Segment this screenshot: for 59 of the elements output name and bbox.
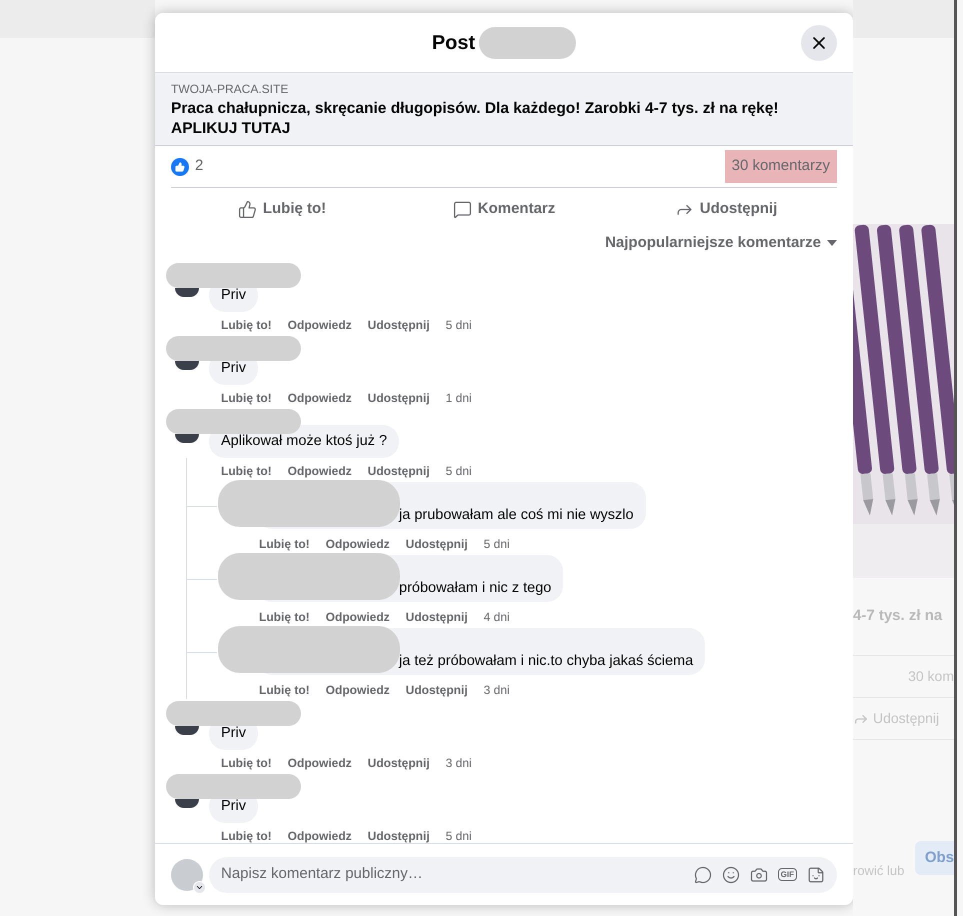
close-button[interactable] (801, 25, 837, 61)
post-action-button[interactable]: Udostępnij (615, 191, 837, 227)
comment-action-link[interactable]: Lubię to! (221, 317, 272, 333)
post-action-button[interactable]: Komentarz (393, 191, 615, 227)
comment-input[interactable]: Napisz komentarz publiczny… GIF (209, 856, 837, 892)
comment-action-link[interactable]: Udostępnij (406, 536, 468, 552)
comment-action-link[interactable]: Odpowiedz (288, 317, 352, 333)
comment-action-link[interactable]: Udostępnij (368, 828, 430, 843)
background-post-title: 4-7 tys. zł na (853, 606, 942, 626)
comment-action-link[interactable]: Udostępnij (368, 463, 430, 479)
comment-action-link[interactable]: Lubię to! (259, 536, 310, 552)
link-preview[interactable]: TWOJA-PRACA.SITE Praca chałupnicza, skręcanie długopisów. Dla każdego! Zarobki 4-7 tys. zł na rękę! APLIKUJ TUTAJ (155, 73, 853, 146)
comment-time: 5 dni (446, 463, 472, 479)
caret-icon (827, 240, 837, 246)
sticker-icon[interactable] (807, 866, 825, 884)
avatar[interactable] (175, 799, 199, 808)
comment-action-link[interactable]: Odpowiedz (288, 390, 352, 406)
comment-time: 3 dni (446, 755, 472, 771)
avatar[interactable] (175, 288, 199, 297)
comment-action-link[interactable]: Lubię to! (259, 682, 310, 698)
comment-time: 3 dni (484, 682, 510, 698)
comment-time: 5 dni (484, 536, 510, 552)
sort-dropdown[interactable]: Najpopularniejsze komentarze (605, 232, 837, 254)
avatar[interactable] (175, 361, 199, 370)
modal-title: Post (432, 30, 476, 56)
comment-action-link[interactable]: Lubię to! (221, 463, 272, 479)
comment-time: 5 dni (446, 828, 472, 843)
like-reaction-icon (171, 158, 189, 176)
camera-icon[interactable] (750, 866, 768, 884)
avatar[interactable] (175, 726, 199, 735)
reaction-count[interactable]: 2 (195, 155, 204, 178)
comments-count-link[interactable]: 30 komentarzy (724, 150, 837, 183)
post-action-button[interactable]: Lubię to! (171, 191, 393, 227)
link-title: Praca chałupnicza, skręcanie długopisów. Dla każdego! Zarobki 4-7 tys. zł na rękę! APLIKUJ TUTAJ (171, 99, 780, 139)
caret-icon[interactable] (193, 880, 206, 894)
comment-action-link[interactable]: Udostępnij (368, 755, 430, 771)
emoji-icon[interactable] (722, 866, 740, 884)
comment-action-link[interactable]: Lubię to! (221, 828, 272, 843)
gif-button[interactable]: GIF (778, 868, 797, 881)
comment-time: 5 dni (446, 317, 472, 333)
link-domain: TWOJA-PRACA.SITE (171, 81, 290, 97)
comment-action-link[interactable]: Odpowiedz (326, 609, 390, 625)
comment-action-link[interactable]: Lubię to! (221, 390, 272, 406)
comment-action-link[interactable]: Udostępnij (406, 609, 468, 625)
comment-action-link[interactable]: Odpowiedz (326, 682, 390, 698)
comment-action-link[interactable]: Udostępnij (406, 682, 468, 698)
comment-action-link[interactable]: Odpowiedz (326, 536, 390, 552)
comment-action-link[interactable]: Odpowiedz (288, 463, 352, 479)
speech-bubble-icon (452, 200, 472, 218)
thumbs-up-icon (238, 200, 257, 218)
comment-action-link[interactable]: Udostępnij (368, 390, 430, 406)
comment-time: 4 dni (484, 609, 510, 625)
avatar[interactable] (175, 434, 199, 443)
comment-action-link[interactable]: Odpowiedz (288, 755, 352, 771)
comment-action-link[interactable]: Lubię to! (259, 609, 310, 625)
comment-action-link[interactable]: Lubię to! (221, 755, 272, 771)
comment-action-link[interactable]: Odpowiedz (288, 828, 352, 843)
comment-time: 1 dni (446, 390, 472, 406)
comment-action-link[interactable]: Udostępnij (368, 317, 430, 333)
